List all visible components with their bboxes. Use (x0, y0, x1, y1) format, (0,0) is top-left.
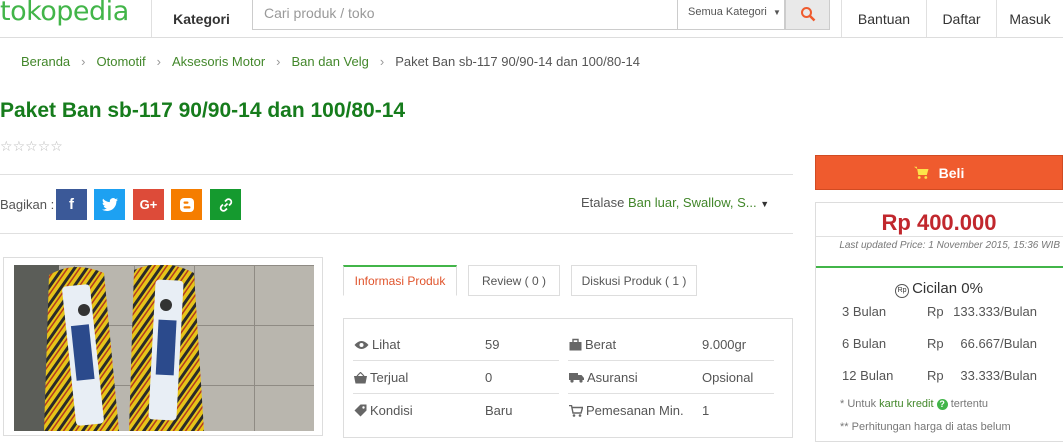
price-divider (816, 266, 1063, 268)
divider (353, 393, 559, 394)
installment-amount: 33.333/Bulan (960, 368, 1037, 383)
eye-icon (354, 340, 369, 349)
credit-card-link[interactable]: kartu kredit (879, 398, 933, 410)
search-category-label: Semua Kategori (688, 6, 767, 18)
breadcrumb-separator: › (156, 54, 161, 69)
info-kondisi-value: Baru (485, 403, 513, 418)
tokopedia-logo[interactable]: tokopedia (0, 0, 129, 27)
tab-diskusi-produk[interactable]: Diskusi Produk ( 1 ) (571, 265, 697, 296)
installment-amount: 66.667/Bulan (960, 336, 1037, 351)
info-berat-label: Berat (569, 337, 616, 352)
breadcrumb-current: Paket Ban sb-117 90/90-14 dan 100/80-14 (395, 54, 640, 69)
breadcrumb: Beranda › Otomotif › Aksesoris Motor › Ban dan… (21, 54, 640, 69)
installment-months: 3 Bulan (842, 304, 887, 319)
info-terjual-label: Terjual (354, 370, 408, 385)
installment-row: 12 Bulan Rp 33.333/Bulan (842, 368, 1037, 383)
info-kondisi-label: Kondisi (354, 403, 413, 418)
divider (0, 233, 793, 234)
etalase-label: Etalase (581, 195, 625, 210)
blogger-share-button[interactable] (171, 189, 202, 220)
installment-months: 12 Bulan (842, 368, 894, 383)
facebook-share-button[interactable]: f (56, 189, 87, 220)
cicilan-title: Rp Cicilan 0% (815, 280, 1063, 298)
star-icon: ☆ (25, 138, 38, 154)
twitter-icon (101, 197, 118, 211)
breadcrumb-beranda[interactable]: Beranda (21, 54, 70, 69)
breadcrumb-ban-dan-velg[interactable]: Ban dan Velg (292, 54, 369, 69)
star-icon: ☆ (12, 138, 26, 154)
google-plus-share-button[interactable]: G+ (133, 189, 164, 220)
copy-link-share-button[interactable] (210, 189, 241, 220)
kategori-button[interactable]: Kategori (151, 0, 251, 37)
divider (568, 393, 774, 394)
weight-icon (569, 338, 582, 351)
info-asuransi-label: Asuransi (569, 370, 638, 385)
info-asuransi-value: Opsional (702, 370, 754, 385)
price-updated: Last updated Price: 1 November 2015, 15:… (839, 240, 1060, 251)
info-pemesanan-label: Pemesanan Min. (569, 403, 684, 418)
info-berat-value: 9.000gr (702, 337, 747, 352)
facebook-icon: f (69, 196, 74, 213)
share-label: Bagikan : (0, 197, 55, 212)
info-lihat-label: Lihat (354, 337, 400, 352)
link-icon (219, 197, 232, 212)
twitter-share-button[interactable] (94, 189, 125, 220)
divider (0, 174, 793, 175)
search-category-select[interactable]: Semua Kategori ▼ (677, 0, 785, 30)
divider (816, 236, 1063, 237)
etalase-value[interactable]: Ban luar, Swallow, S... (628, 195, 757, 210)
cart-icon (569, 404, 583, 417)
installment-amount: 133.333/Bulan (953, 304, 1037, 319)
star-icon: ☆ (50, 138, 63, 154)
truck-icon (569, 373, 584, 383)
search-input[interactable]: Cari produk / toko (252, 0, 678, 30)
etalase-dropdown[interactable]: Etalase Ban luar, Swallow, S... ▼ (581, 195, 769, 210)
breadcrumb-separator: › (379, 54, 385, 69)
google-plus-icon: G+ (139, 197, 158, 212)
star-icon: ☆ (0, 138, 13, 154)
breadcrumb-separator: › (81, 54, 86, 69)
divider (568, 360, 774, 361)
product-title: Paket Ban sb-117 90/90-14 dan 100/80-14 (0, 99, 406, 122)
rupiah-badge-icon: Rp (895, 284, 910, 298)
info-terjual-value: 0 (485, 370, 493, 385)
tab-review[interactable]: Review ( 0 ) (468, 265, 560, 296)
tab-informasi-produk[interactable]: Informasi Produk (343, 265, 457, 296)
star-icon: ☆ (37, 138, 51, 154)
rating-stars: ☆☆☆☆☆ (0, 138, 63, 155)
breadcrumb-separator: › (276, 54, 281, 69)
credit-card-note: * Untuk kartu kredit ? tertentu (840, 398, 988, 410)
blogger-icon (179, 197, 194, 212)
search-icon (800, 7, 815, 22)
installment-months: 6 Bulan (842, 336, 887, 351)
product-price: Rp 400.000 (881, 210, 997, 235)
breadcrumb-aksesoris-motor[interactable]: Aksesoris Motor (172, 54, 265, 69)
price-calc-note: ** Perhitungan harga di atas belum (840, 421, 1011, 433)
info-lihat-value: 59 (485, 337, 500, 352)
breadcrumb-otomotif[interactable]: Otomotif (97, 54, 146, 69)
product-photo[interactable] (14, 264, 314, 431)
info-pemesanan-value: 1 (702, 403, 710, 418)
installment-row: 6 Bulan Rp 66.667/Bulan (842, 336, 1037, 351)
basket-icon (354, 371, 367, 383)
help-icon[interactable]: ? (936, 399, 948, 410)
tag-icon (354, 404, 367, 417)
divider (353, 360, 559, 361)
caret-down-icon: ▼ (772, 8, 781, 17)
product-image-frame (3, 257, 323, 436)
caret-down-icon: ▼ (760, 199, 770, 209)
installment-row: 3 Bulan Rp 133.333/Bulan (842, 304, 1037, 319)
